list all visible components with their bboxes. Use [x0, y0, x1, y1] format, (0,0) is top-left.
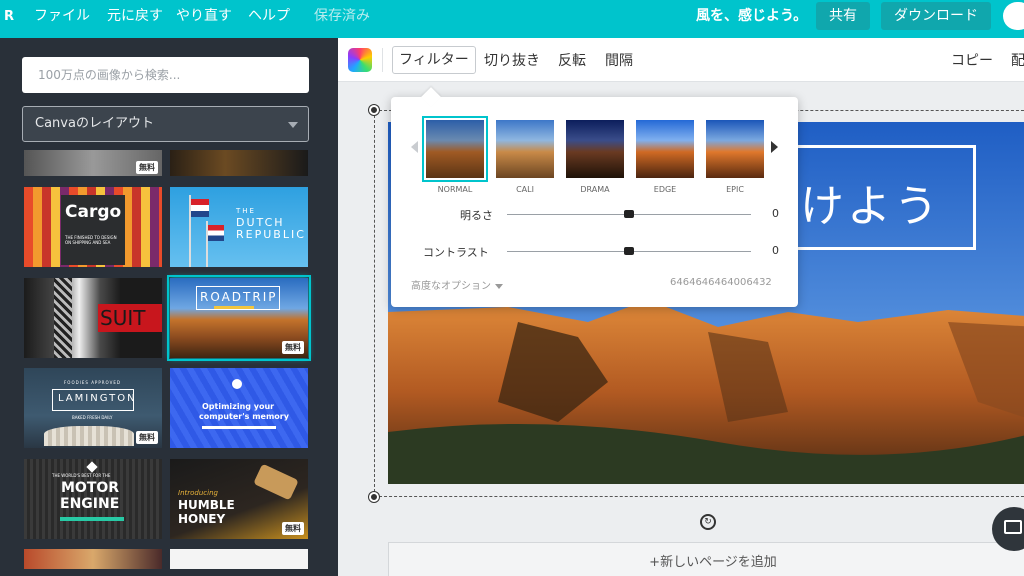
filter-name: EDGE [653, 185, 677, 194]
checkmark-icon [232, 379, 242, 389]
thumbnail-title: ENGINE [60, 496, 120, 512]
present-icon [1004, 520, 1022, 534]
share-button[interactable]: 共有 [816, 2, 870, 30]
spacing-button[interactable]: 間隔 [605, 50, 633, 70]
layout-thumbnail-roadtrip[interactable]: ROADTRIP 無料 [167, 275, 311, 361]
layout-thumbnail-suit[interactable]: SUIT [24, 278, 162, 358]
filter-name: NORMAL [437, 185, 473, 194]
layout-thumbnail-partial-2[interactable] [170, 150, 308, 176]
brightness-value: 0 [772, 207, 779, 220]
layout-thumbnail-dutch-republic[interactable]: THE DUTCH REPUBLIC [170, 187, 308, 267]
image-toolbar: フィルター 切り抜き 反転 間隔 コピー 配 [338, 38, 1024, 82]
layout-select[interactable]: Canvaのレイアウト [22, 106, 309, 142]
menu-redo[interactable]: やり直す [176, 7, 232, 25]
filter-code-text[interactable]: 6464646464006432 [670, 277, 774, 288]
thumbnail-kicker: Introducing [178, 489, 218, 497]
flag-icon [191, 199, 209, 217]
thumbnail-subtitle: BAKED FRESH DAILY [72, 415, 113, 420]
crop-button[interactable]: 切り抜き [484, 50, 540, 70]
free-badge: 無料 [136, 161, 158, 174]
thumbnail-title: HONEY [178, 512, 226, 526]
resize-handle-bottom-left[interactable] [369, 492, 379, 502]
filter-name: CALI [516, 185, 534, 194]
free-badge: 無料 [136, 431, 158, 444]
layout-thumbnail-lamington[interactable]: FOODIES APPROVED LAMINGTON BAKED FRESH D… [24, 368, 162, 448]
layout-thumbnail-partial-1[interactable]: 無料 [24, 150, 162, 176]
rotate-icon[interactable]: ↻ [700, 514, 716, 530]
menu-undo[interactable]: 元に戻す [107, 7, 163, 25]
contrast-value: 0 [772, 244, 779, 257]
top-bar: R ファイル 元に戻す やり直す ヘルプ 保存済み 風を、感じよう。 共有 ダウ… [0, 0, 1024, 38]
saved-status: 保存済み [314, 8, 370, 24]
brightness-slider-handle[interactable] [624, 210, 634, 218]
thumbnail-title: Cargo [65, 202, 122, 222]
filter-option-normal[interactable] [422, 116, 488, 182]
flip-button[interactable]: 反転 [558, 50, 586, 70]
image-search-input[interactable] [22, 57, 309, 93]
chevron-down-icon [288, 122, 298, 128]
download-button[interactable]: ダウンロード [881, 2, 991, 30]
advanced-options-label: 高度なオプション [411, 281, 491, 292]
color-picker-icon[interactable] [348, 48, 372, 72]
copy-button[interactable]: コピー [951, 50, 993, 70]
account-toggle[interactable] [1003, 2, 1024, 30]
layout-select-label: Canvaのレイアウト [35, 116, 154, 131]
design-title[interactable]: 風を、感じよう。 [696, 5, 807, 25]
thumbnail-title: MOTOR [61, 480, 120, 496]
brightness-label: 明るさ [460, 209, 493, 222]
chevron-left-icon[interactable] [411, 141, 418, 153]
thumbnail-title: REPUBLIC [236, 228, 306, 241]
layout-thumbnail-humble-honey[interactable]: Introducing HUMBLE HONEY 無料 [170, 459, 308, 539]
filter-name: DRAMA [580, 185, 610, 194]
free-badge: 無料 [282, 522, 304, 535]
canva-logo[interactable]: R [4, 9, 14, 24]
thumbnail-title: computer's memory [199, 412, 289, 421]
filter-option-cali[interactable] [496, 120, 554, 178]
layout-thumbnail-partial-4[interactable] [170, 549, 308, 569]
thumbnail-title: ROADTRIP [200, 290, 278, 304]
toolbar-divider [382, 48, 383, 72]
filter-name: EPIC [726, 185, 744, 194]
thumbnail-title: THE [236, 207, 256, 215]
layout-thumbnail-partial-3[interactable] [24, 549, 162, 569]
thumbnail-subtitle: THE FINISHED TO DESIGN ON SHIPPING AND S… [65, 235, 117, 245]
layout-thumbnail-motor-engine[interactable]: THE WORLD'S BEST FOR THE MOTOR ENGINE [24, 459, 162, 539]
arrange-button[interactable]: 配 [1011, 50, 1024, 70]
filter-panel: NORMAL CALI DRAMA EDGE EPIC 明るさ 0 コントラスト… [391, 87, 798, 307]
contrast-slider-handle[interactable] [624, 247, 634, 255]
thumbnail-title: SUIT [100, 306, 146, 330]
filter-option-epic[interactable] [706, 120, 764, 178]
gear-icon [86, 461, 98, 473]
thumbnail-kicker: THE WORLD'S BEST FOR THE [52, 473, 111, 478]
filter-button[interactable]: フィルター [392, 46, 476, 74]
thumbnail-kicker: FOODIES APPROVED [64, 380, 121, 385]
menu-file[interactable]: ファイル [34, 7, 90, 25]
headline-text[interactable]: けよう [800, 170, 941, 234]
thumbnail-title: LAMINGTON [58, 393, 137, 404]
filter-option-edge[interactable] [636, 120, 694, 178]
filter-option-drama[interactable] [566, 120, 624, 178]
thumbnail-title: HUMBLE [178, 498, 235, 512]
layout-thumbnail-memory[interactable]: Optimizing your computer's memory [170, 368, 308, 448]
chevron-right-icon[interactable] [771, 141, 778, 153]
advanced-options-toggle[interactable]: 高度なオプション [411, 277, 503, 292]
sidebar: Canvaのレイアウト 無料 Cargo THE FINISHED TO DES… [0, 38, 338, 576]
flag-icon [208, 225, 224, 241]
add-page-button[interactable]: +新しいページを追加 [388, 542, 1024, 576]
layout-thumbnail-cargo[interactable]: Cargo THE FINISHED TO DESIGN ON SHIPPING… [24, 187, 162, 267]
contrast-label: コントラスト [423, 246, 489, 259]
free-badge: 無料 [282, 341, 304, 354]
menu-help[interactable]: ヘルプ [248, 7, 290, 25]
resize-handle-top-left[interactable] [369, 105, 379, 115]
thumbnail-title: Optimizing your [202, 402, 275, 411]
chevron-down-icon [495, 283, 503, 289]
